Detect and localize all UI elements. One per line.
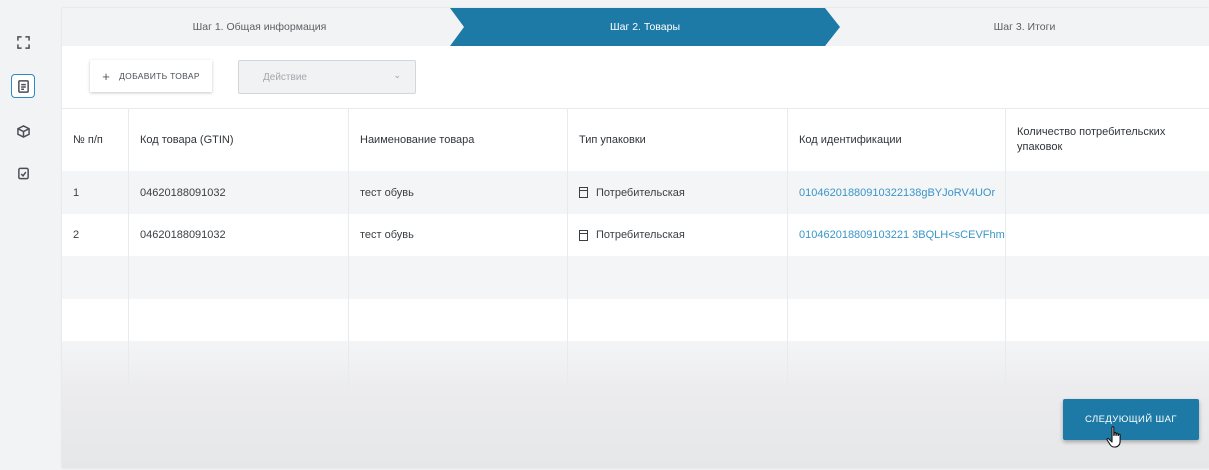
left-rail	[0, 0, 46, 470]
action-select[interactable]: Действие ⌄	[238, 60, 416, 94]
cell-number: 2	[62, 214, 129, 256]
add-goods-button[interactable]: + ДОБАВИТЬ ТОВАР	[90, 60, 212, 92]
table-row-empty	[62, 256, 1209, 299]
table-toolbar: + ДОБАВИТЬ ТОВАР Действие ⌄	[62, 46, 1209, 106]
plus-icon: +	[102, 68, 111, 84]
table-header-row: № п/п Код товара (GTIN) Наименование тов…	[62, 108, 1209, 171]
panel-footer	[62, 388, 1209, 468]
step-goods[interactable]: Шаг 2. Товары	[450, 8, 840, 46]
wizard-stepper: Шаг 1. Общая информация Шаг 3. Итоги Шаг…	[62, 8, 1209, 46]
table-row-empty	[62, 299, 1209, 341]
column-header-consumer-packs[interactable]: Количество потребительских упаковок	[1006, 109, 1209, 171]
cell-name: тест обувь	[349, 171, 568, 214]
package-type-label: Потребительская	[596, 186, 685, 199]
add-goods-label: ДОБАВИТЬ ТОВАР	[119, 71, 200, 81]
package-type-icon	[579, 229, 588, 241]
cell-consumer-packs[interactable]	[1006, 171, 1209, 214]
cell-package-type: Потребительская	[568, 171, 788, 214]
checklist-icon	[17, 167, 29, 179]
package-icon	[16, 124, 30, 138]
cell-gtin: 04620188091032	[129, 214, 349, 256]
table-row-empty	[62, 341, 1209, 388]
next-step-button[interactable]: СЛЕДУЮЩИЙ ШАГ	[1063, 399, 1199, 440]
column-header-gtin[interactable]: Код товара (GTIN)	[129, 109, 349, 171]
cell-package-type: Потребительская	[568, 214, 788, 256]
package-type-label: Потребительская	[596, 229, 685, 241]
rail-item-checklist[interactable]	[11, 161, 35, 185]
step-summary[interactable]: Шаг 3. Итоги	[840, 8, 1209, 46]
expand-icon	[16, 35, 30, 49]
step-general-info[interactable]: Шаг 1. Общая информация	[62, 8, 457, 46]
rail-item-document[interactable]	[11, 74, 35, 98]
column-header-identification-code[interactable]: Код идентификации	[788, 109, 1006, 171]
main-panel: Шаг 1. Общая информация Шаг 3. Итоги Шаг…	[62, 8, 1209, 468]
action-select-value: Действие	[263, 71, 307, 83]
rail-item-package[interactable]	[11, 119, 35, 143]
table-row[interactable]: 2 04620188091032 тест обувь Потребительс…	[62, 214, 1209, 256]
column-header-name[interactable]: Наименование товара	[349, 109, 568, 171]
column-header-number[interactable]: № п/п	[62, 109, 129, 171]
identification-code-link[interactable]: 010462018809103221 3BQLH<sCEVFhm	[788, 214, 1006, 256]
identification-code-link[interactable]: 01046201880910322138gBYJoRV4UOr	[788, 171, 1006, 214]
document-icon	[17, 79, 29, 93]
cell-number: 1	[62, 171, 129, 214]
chevron-down-icon: ⌄	[393, 70, 401, 80]
cell-gtin: 04620188091032	[129, 171, 349, 214]
column-header-package-type[interactable]: Тип упаковки	[568, 109, 788, 171]
hand-pointer-icon	[1106, 426, 1121, 448]
package-type-icon	[579, 187, 588, 198]
cell-name: тест обувь	[349, 214, 568, 256]
cell-consumer-packs[interactable]	[1006, 214, 1209, 256]
rail-item-expand[interactable]	[11, 30, 35, 54]
table-row[interactable]: 1 04620188091032 тест обувь Потребительс…	[62, 171, 1209, 214]
